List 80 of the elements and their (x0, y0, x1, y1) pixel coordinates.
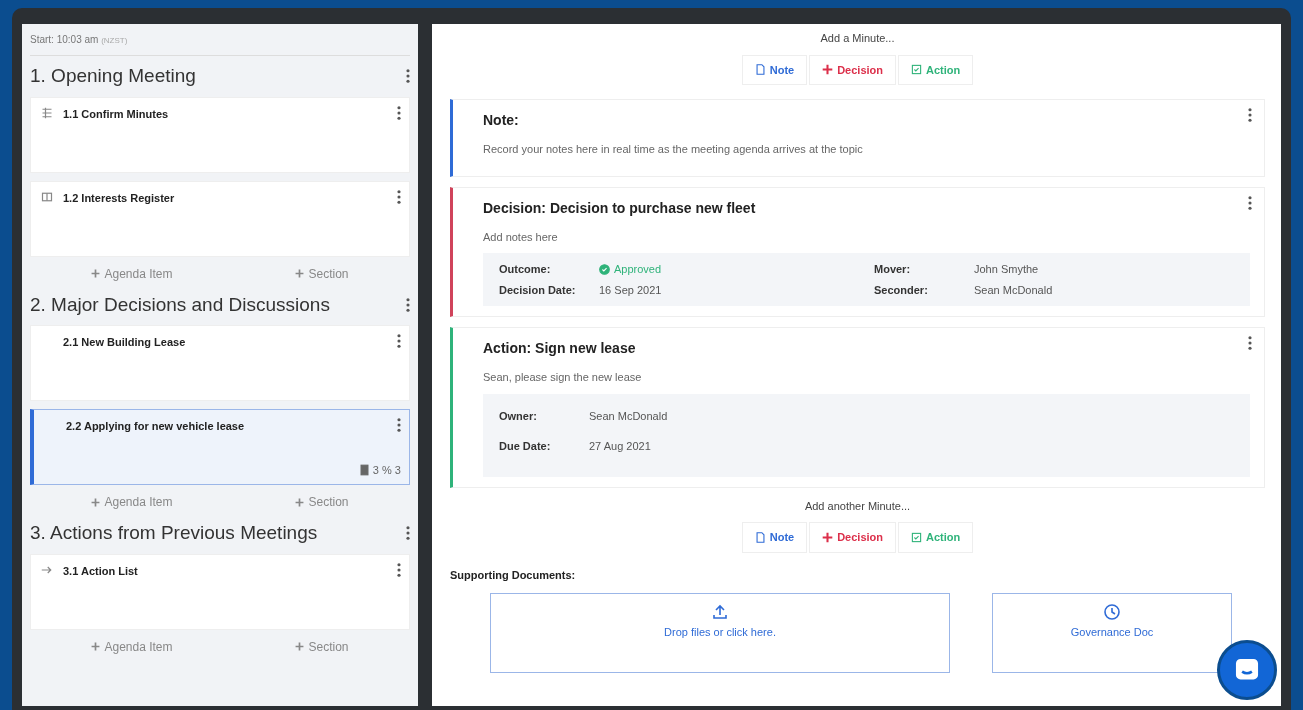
add-decision-button[interactable]: Decision (809, 522, 897, 553)
add-minute-prompt: Add another Minute... (803, 498, 912, 514)
minute-notes: Sean, please sign the new lease (483, 370, 643, 385)
add-link[interactable]: Agenda Item (91, 264, 173, 283)
field-value: John Smythe (974, 262, 1040, 277)
more-options-icon[interactable] (397, 418, 401, 432)
more-options-icon[interactable] (406, 526, 410, 541)
more-options-icon[interactable] (406, 297, 410, 312)
field-value: 16 Sep 2021 (599, 282, 663, 298)
minute-notes: Add notes here (483, 229, 559, 245)
more-options-icon[interactable] (397, 334, 401, 348)
add-link[interactable]: Section (295, 264, 349, 283)
plus-icon (295, 497, 305, 507)
more-options-icon[interactable] (397, 189, 401, 204)
upload-icon (712, 604, 728, 620)
agenda-item-title: 2.1 New Building Lease (63, 335, 187, 350)
agenda-item-card[interactable]: 2.1 New Building Lease (30, 325, 410, 401)
timezone: (NZST) (101, 36, 128, 45)
plus-icon (91, 497, 101, 507)
file-dropzone[interactable]: Drop files or click here. (490, 593, 950, 673)
attachment-count: 3 % 3 (372, 462, 401, 478)
field-label: Outcome: (499, 262, 552, 277)
add-note-button[interactable]: Note (741, 54, 808, 85)
add-action-button[interactable]: Action (898, 522, 974, 553)
agenda-item-card[interactable]: 1.2 Interests Register (30, 180, 410, 257)
more-options-icon[interactable] (1248, 195, 1252, 210)
add-link[interactable]: Agenda Item (91, 493, 173, 511)
agenda-item-card[interactable]: 3.1 Action List (30, 553, 410, 630)
start-time: Start: 10:03 am (30, 34, 100, 45)
add-action-button[interactable]: Action (898, 54, 974, 85)
more-options-icon[interactable] (1248, 108, 1252, 122)
agenda-item-card[interactable]: 1.1 Confirm Minutes (30, 96, 410, 173)
more-options-icon[interactable] (397, 562, 401, 577)
list-icon (41, 106, 53, 119)
add-link[interactable]: Section (295, 493, 349, 511)
field-label: Due Date: (499, 439, 552, 454)
plus-icon (295, 269, 305, 278)
section-title: 1. Opening Meeting (30, 64, 196, 88)
minute-title: Action: Sign new lease (483, 339, 637, 358)
field-value: Sean McDonald (974, 282, 1054, 298)
section-label: Supporting Documents: (450, 567, 577, 583)
minute-title: Note: (483, 111, 520, 130)
field-value: Sean McDonald (589, 408, 669, 424)
more-options-icon[interactable] (1248, 336, 1252, 350)
plus-icon (91, 269, 101, 278)
book-icon (41, 190, 53, 203)
minute-title: Decision: Decision to purchase new fleet (483, 198, 757, 218)
governance-doc-button[interactable]: Governance Doc (992, 593, 1232, 673)
plus-icon (822, 64, 834, 76)
add-note-button[interactable]: Note (741, 522, 808, 553)
field-label: Seconder: (874, 282, 929, 298)
agenda-item-title: 2.2 Applying for new vehicle lease (66, 419, 246, 434)
agenda-item-card[interactable]: 2.2 Applying for new vehicle lease 3 % 3 (30, 409, 410, 485)
checkbox-icon (911, 531, 923, 543)
agenda-item-title: 3.1 Action List (63, 563, 139, 579)
agenda-item-title: 1.2 Interests Register (63, 190, 176, 206)
plus-icon (295, 642, 305, 651)
clock-icon (1104, 604, 1120, 620)
plus-icon (91, 642, 101, 651)
more-options-icon[interactable] (406, 69, 410, 84)
section-title: 2. Major Decisions and Discussions (30, 292, 330, 317)
field-value: 27 Aug 2021 (589, 439, 652, 454)
field-value: Approved (614, 262, 662, 277)
add-link[interactable]: Agenda Item (91, 637, 173, 656)
document-icon (754, 531, 766, 543)
add-link[interactable]: Section (295, 637, 349, 656)
document-icon (358, 463, 370, 476)
agenda-item-title: 1.1 Confirm Minutes (63, 106, 170, 122)
field-label: Decision Date: (499, 282, 577, 298)
field-label: Owner: (499, 408, 538, 424)
field-label: Mover: (874, 262, 912, 277)
add-minute-prompt: Add a Minute... (819, 31, 896, 46)
add-decision-button[interactable]: Decision (809, 54, 897, 85)
more-options-icon[interactable] (397, 105, 401, 120)
minute-notes: Record your notes here in real time as the meeting agenda arrives at the topic (483, 142, 864, 157)
document-icon (754, 64, 766, 76)
checkbox-icon (911, 64, 923, 76)
check-circle-icon (599, 263, 610, 275)
section-title: 3. Actions from Previous Meetings (30, 521, 318, 545)
plus-icon (822, 531, 834, 543)
